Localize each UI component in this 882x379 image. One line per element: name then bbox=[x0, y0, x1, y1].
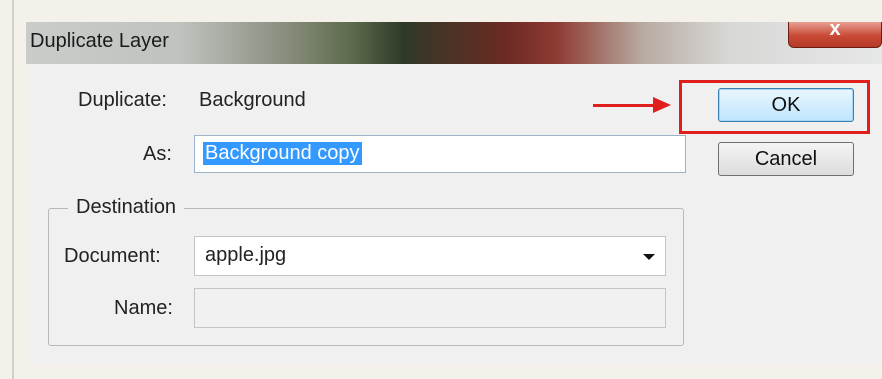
annotation-arrow-icon bbox=[653, 97, 671, 113]
duplicate-value: Background bbox=[199, 89, 306, 111]
as-input-selected-text: Background copy bbox=[203, 142, 362, 165]
close-button[interactable]: x bbox=[788, 22, 882, 48]
destination-legend: Destination bbox=[68, 196, 185, 219]
chevron-down-icon bbox=[643, 254, 655, 260]
name-input[interactable] bbox=[194, 288, 666, 328]
name-label: Name: bbox=[114, 297, 173, 319]
document-select[interactable]: apple.jpg bbox=[194, 236, 666, 276]
close-icon: x bbox=[829, 22, 841, 40]
document-select-value: apple.jpg bbox=[205, 244, 287, 266]
annotation-arrow-line bbox=[593, 104, 655, 107]
window-title: Duplicate Layer bbox=[30, 30, 169, 52]
as-input[interactable]: Background copy bbox=[194, 135, 686, 173]
document-label: Document: bbox=[64, 245, 161, 267]
title-bar: Duplicate Layer x bbox=[26, 22, 882, 64]
duplicate-label: Duplicate: bbox=[78, 89, 167, 111]
cancel-button[interactable]: Cancel bbox=[718, 142, 854, 176]
as-label: As: bbox=[143, 143, 172, 165]
ok-highlight-box bbox=[679, 80, 870, 134]
